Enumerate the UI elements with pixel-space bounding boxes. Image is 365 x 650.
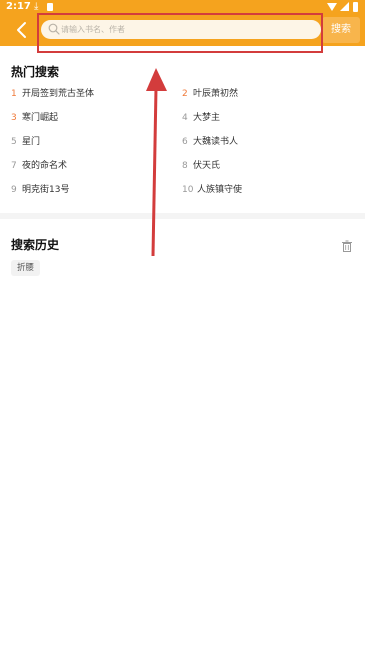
annotation-arrow bbox=[146, 68, 167, 257]
